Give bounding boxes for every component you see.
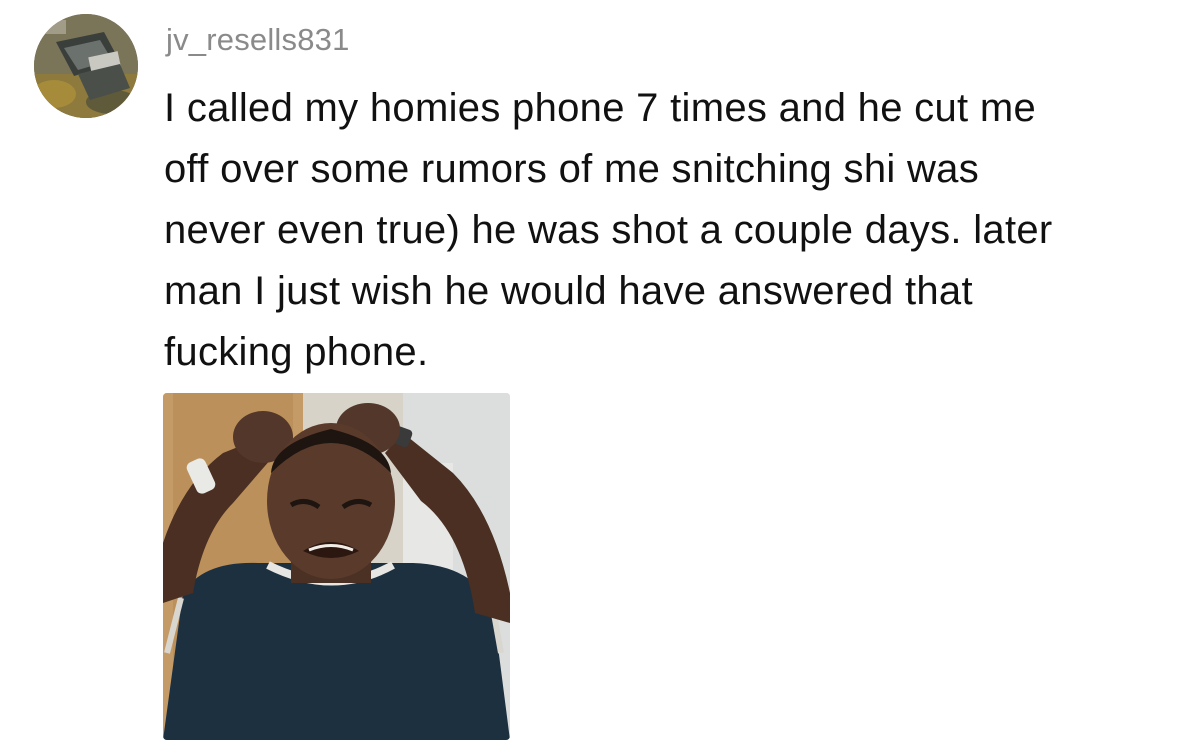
comment-text: I called my homies phone 7 times and he … [164, 78, 1174, 383]
comment-text-line: never even true) he was shot a couple da… [164, 208, 1053, 252]
comment-text-line: off over some rumors of me snitching shi… [164, 147, 979, 191]
comment-item: jv_resells831 I called my homies phone 7… [0, 0, 1200, 756]
gif-attachment[interactable] [163, 393, 510, 740]
crying-man-gif-icon [163, 393, 510, 740]
avatar-photo-icon [34, 14, 138, 118]
username-link[interactable]: jv_resells831 [166, 22, 350, 58]
user-avatar[interactable] [34, 14, 138, 118]
comment-text-line: man I just wish he would have answered t… [164, 269, 973, 313]
comment-text-line: I called my homies phone 7 times and he … [164, 86, 1037, 130]
comment-text-line: fucking phone. [164, 330, 429, 374]
